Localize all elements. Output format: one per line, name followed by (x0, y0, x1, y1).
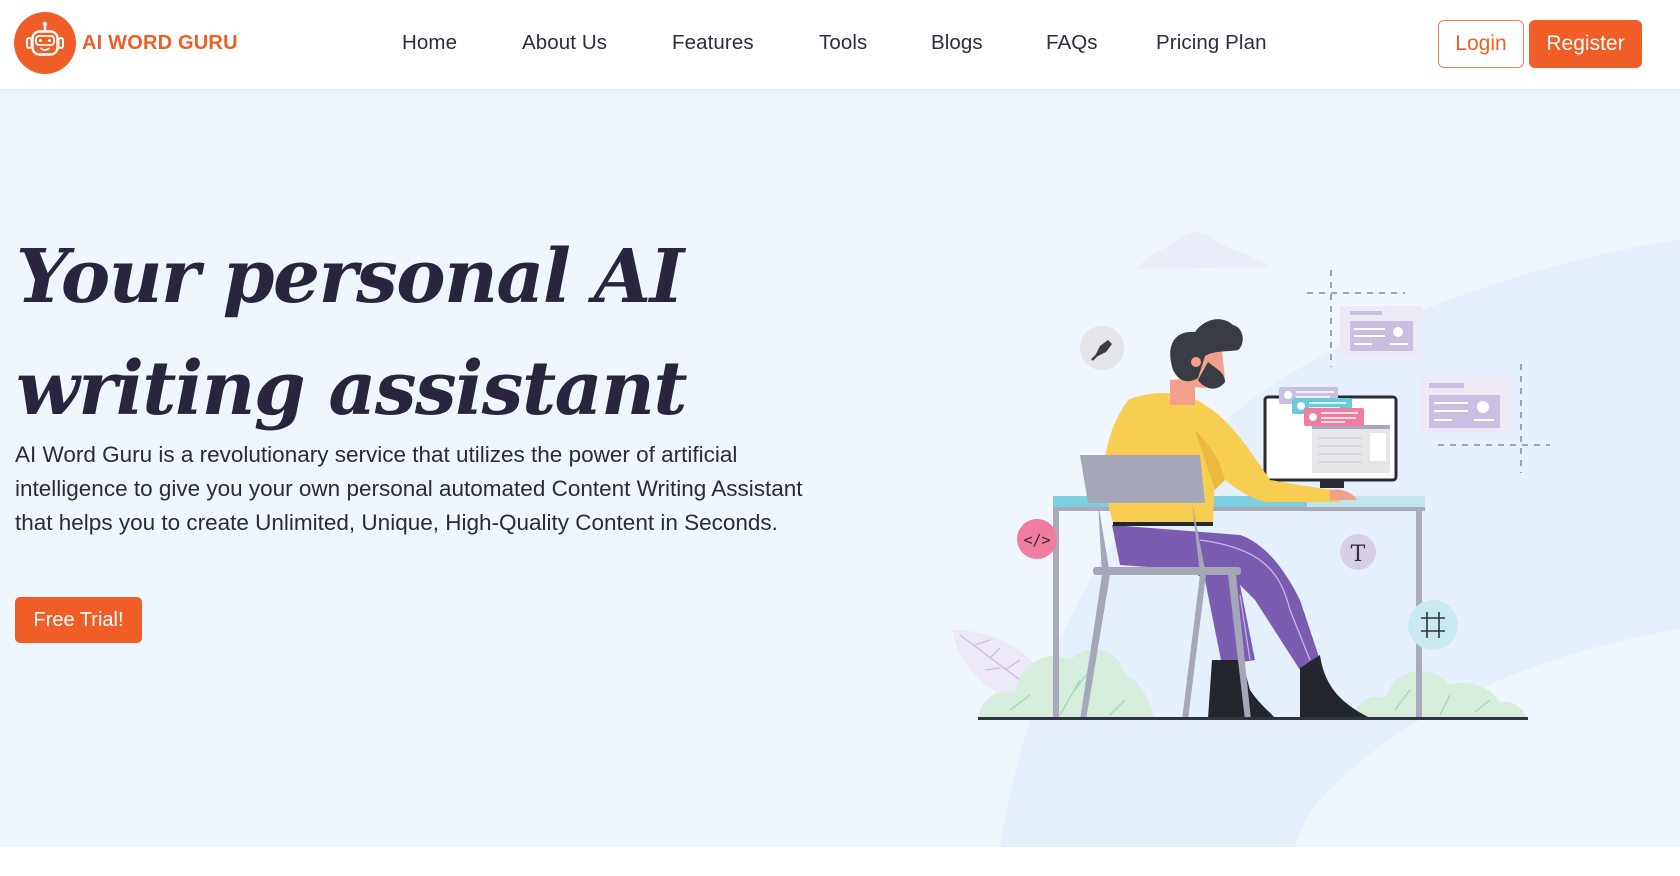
nav-item-features[interactable]: Features (672, 31, 754, 55)
nav-item-pricing-plan[interactable]: Pricing Plan (1156, 31, 1267, 55)
pen-tool-icon (1080, 326, 1124, 370)
grid-icon (1408, 600, 1458, 650)
nav-item-tools[interactable]: Tools (819, 31, 867, 55)
svg-text:</>: </> (1023, 531, 1050, 549)
brand-name: AI WORD GURU (82, 31, 238, 54)
nav-item-home[interactable]: Home (402, 31, 457, 55)
ground-line (978, 717, 1528, 720)
bush-right (1350, 670, 1527, 720)
wireframe-card-1 (1307, 270, 1422, 367)
top-navbar: AI WORD GURU Home About Us Features Tool… (0, 0, 1680, 89)
wireframe-card-2 (1420, 364, 1550, 473)
register-button[interactable]: Register (1529, 20, 1642, 68)
person-figure (1104, 319, 1370, 718)
code-icon: </> (1017, 519, 1057, 559)
hero-section: Your personal AI writing assistant AI Wo… (0, 89, 1680, 847)
nav-item-faqs[interactable]: FAQs (1046, 31, 1098, 55)
text-type-icon: T (1340, 534, 1376, 570)
brand-logo-link[interactable]: AI WORD GURU (14, 12, 238, 74)
robot-icon (14, 12, 76, 74)
login-button[interactable]: Login (1438, 20, 1524, 68)
page-below-fold (0, 847, 1680, 876)
nav-item-blogs[interactable]: Blogs (931, 31, 983, 55)
computer-monitor (1263, 387, 1398, 488)
svg-text:T: T (1351, 542, 1366, 567)
nav-item-about-us[interactable]: About Us (522, 31, 607, 55)
hero-illustration: </> T (953, 270, 1550, 720)
